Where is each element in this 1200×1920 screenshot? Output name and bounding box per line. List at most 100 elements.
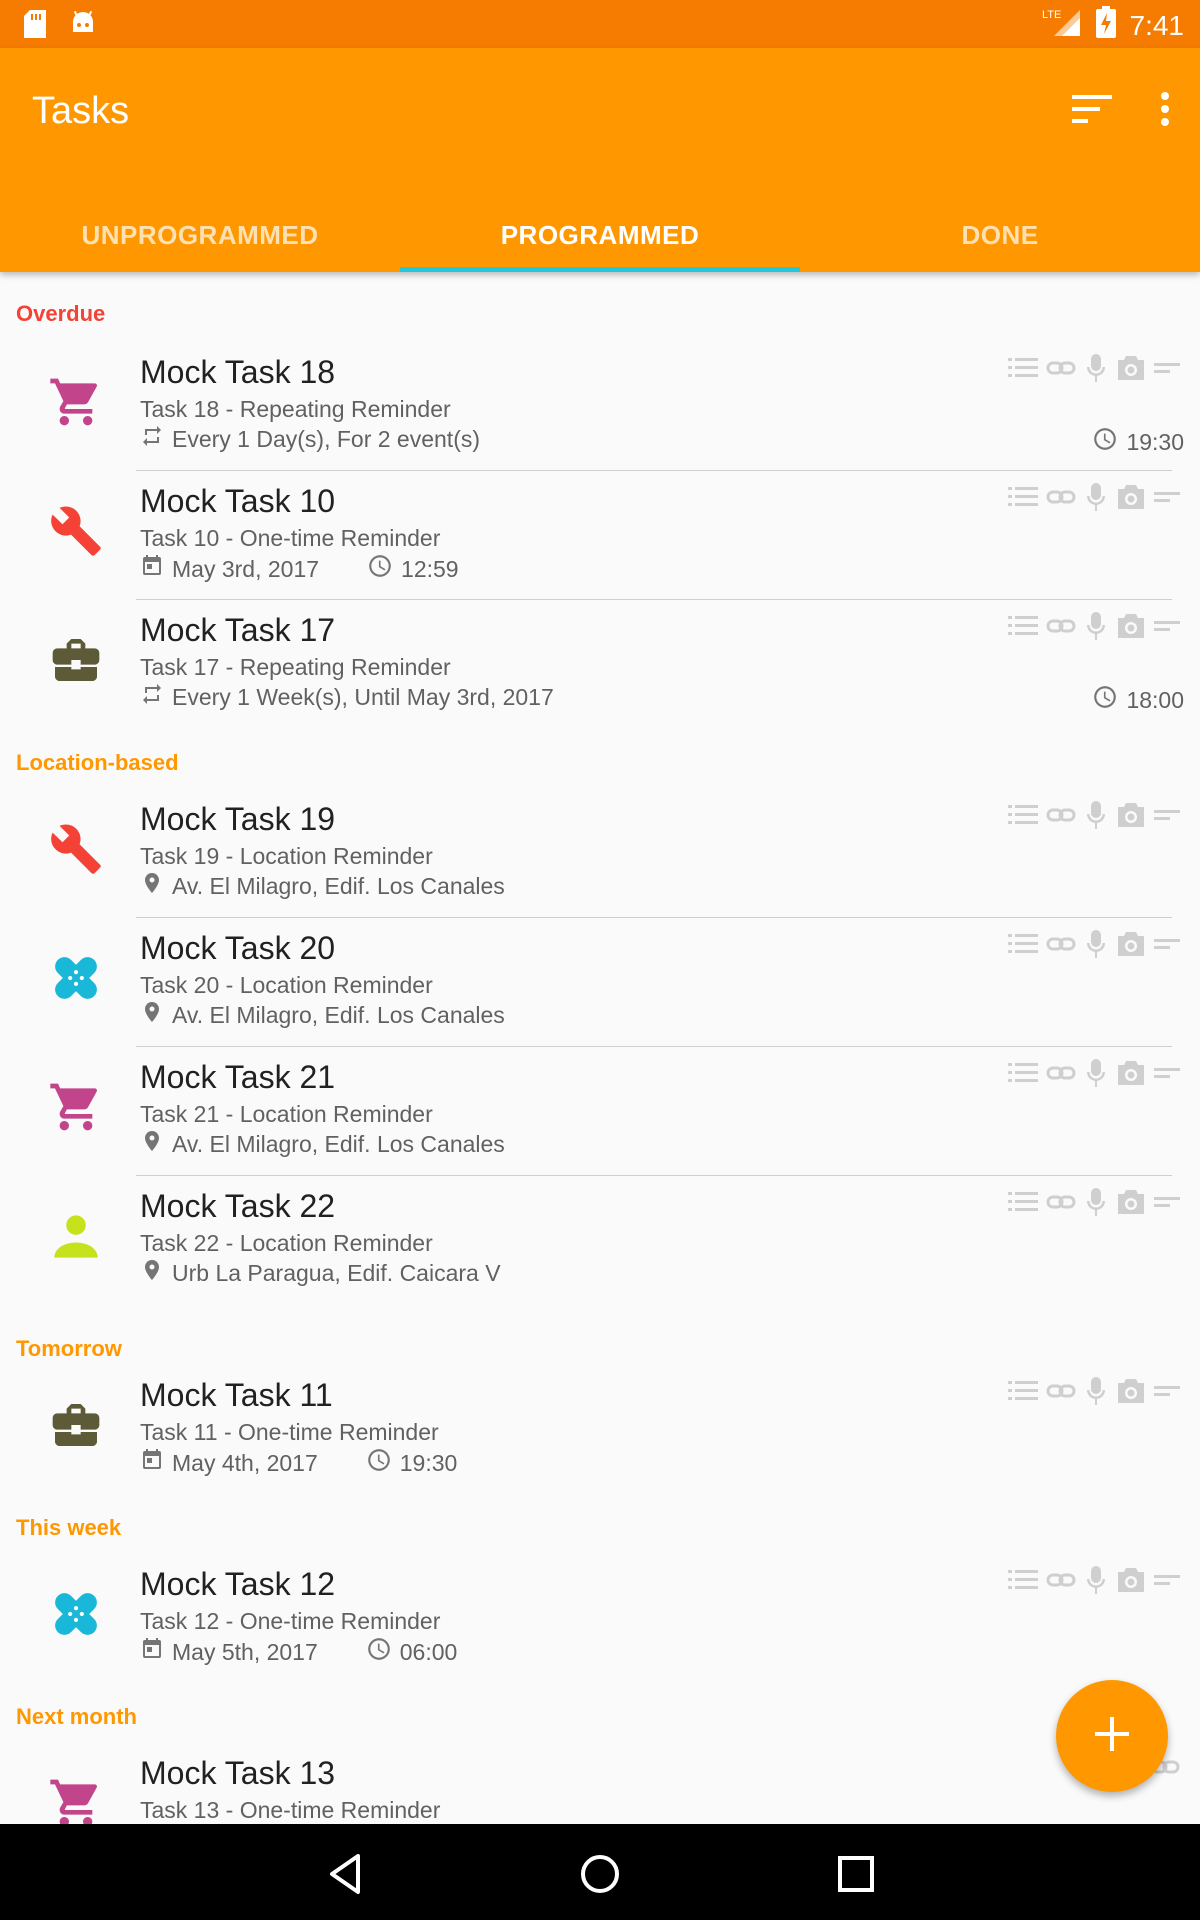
task-description: Task 12 - One-time Reminder bbox=[140, 1608, 441, 1634]
attachment-icons bbox=[1008, 612, 1180, 645]
notes-icon bbox=[1154, 356, 1180, 385]
task-date: May 3rd, 2017 bbox=[172, 555, 320, 582]
notes-icon bbox=[1154, 614, 1180, 643]
sort-icon[interactable] bbox=[1072, 95, 1112, 128]
signal-icon: LTE bbox=[1042, 6, 1082, 45]
task-name: Mock Task 17 bbox=[140, 612, 336, 648]
list-item[interactable]: Mock Task 13 Task 13 - One-time Reminder bbox=[0, 1743, 1200, 1824]
home-icon[interactable] bbox=[576, 1850, 624, 1898]
camera-icon bbox=[1116, 1378, 1146, 1409]
tab-done[interactable]: DONE bbox=[800, 198, 1200, 272]
list-item[interactable]: Mock Task 18 Task 18 - Repeating Reminde… bbox=[0, 342, 1200, 471]
task-location: Av. El Milagro, Edif. Los Canales bbox=[172, 872, 505, 899]
mic-icon bbox=[1084, 483, 1108, 516]
add-icon bbox=[1095, 1716, 1129, 1756]
app-bar: Tasks UNPROGRAMMED PROGRAMMED DONE bbox=[0, 48, 1200, 272]
link-icon bbox=[1046, 485, 1076, 514]
mic-icon bbox=[1084, 1188, 1108, 1221]
task-description: Task 11 - One-time Reminder bbox=[140, 1419, 439, 1445]
mic-icon bbox=[1084, 1059, 1108, 1092]
checklist-icon bbox=[1008, 803, 1038, 832]
task-time: 18:00 bbox=[1126, 686, 1184, 713]
task-time: 12:59 bbox=[401, 555, 459, 582]
cart-icon bbox=[48, 1079, 104, 1135]
mic-icon bbox=[1084, 354, 1108, 387]
wrench-icon bbox=[48, 503, 104, 559]
list-item[interactable]: Mock Task 21 Task 21 - Location Reminder… bbox=[0, 1047, 1200, 1176]
location-pin-icon bbox=[140, 1129, 164, 1159]
checklist-icon bbox=[1008, 932, 1038, 961]
notes-icon bbox=[1154, 803, 1180, 832]
notes-icon bbox=[1154, 1061, 1180, 1090]
link-icon bbox=[1046, 1190, 1076, 1219]
task-name: Mock Task 10 bbox=[140, 483, 336, 519]
task-description: Task 20 - Location Reminder bbox=[140, 972, 433, 998]
notes-icon bbox=[1154, 1190, 1180, 1219]
notes-icon bbox=[1154, 1568, 1180, 1597]
calendar-icon bbox=[140, 1448, 164, 1478]
clock-time: 7:41 bbox=[1129, 9, 1185, 41]
add-task-button[interactable] bbox=[1056, 1680, 1168, 1792]
clock-icon bbox=[1092, 684, 1118, 716]
status-bar: LTE 7:41 bbox=[0, 0, 1200, 48]
link-icon bbox=[1046, 356, 1076, 385]
list-item[interactable]: Mock Task 22 Task 22 - Location Reminder… bbox=[0, 1176, 1200, 1305]
task-name: Mock Task 22 bbox=[140, 1188, 336, 1224]
bandage-icon bbox=[48, 1586, 104, 1642]
network-label: LTE bbox=[1042, 9, 1061, 21]
clock-icon bbox=[366, 1447, 392, 1479]
task-description: Task 21 - Location Reminder bbox=[140, 1101, 433, 1127]
task-name: Mock Task 19 bbox=[140, 801, 336, 837]
section-header-overdue: Overdue bbox=[16, 301, 106, 326]
link-icon bbox=[1046, 1061, 1076, 1090]
system-nav-bar bbox=[0, 1824, 1200, 1920]
tab-unprogrammed[interactable]: UNPROGRAMMED bbox=[0, 198, 400, 272]
camera-icon bbox=[1116, 355, 1146, 386]
attachment-icons bbox=[1008, 801, 1180, 834]
list-item[interactable]: Mock Task 20 Task 20 - Location Reminder… bbox=[0, 918, 1200, 1047]
attachment-icons bbox=[1008, 1377, 1180, 1410]
list-item[interactable]: Mock Task 10 Task 10 - One-time Reminder… bbox=[0, 471, 1200, 600]
attachment-icons bbox=[1008, 483, 1180, 516]
camera-icon bbox=[1116, 484, 1146, 515]
list-item[interactable]: Mock Task 12 Task 12 - One-time Reminder… bbox=[0, 1554, 1200, 1683]
mic-icon bbox=[1084, 1566, 1108, 1599]
calendar-icon bbox=[140, 1637, 164, 1667]
link-icon bbox=[1046, 1568, 1076, 1597]
calendar-icon bbox=[140, 554, 164, 584]
task-name: Mock Task 13 bbox=[140, 1755, 336, 1791]
wrench-icon bbox=[48, 821, 104, 877]
clock-icon bbox=[367, 553, 393, 585]
briefcase-icon bbox=[48, 1397, 104, 1453]
task-time: 19:30 bbox=[1126, 428, 1184, 455]
task-description: Task 18 - Repeating Reminder bbox=[140, 396, 451, 422]
mic-icon bbox=[1084, 930, 1108, 963]
checklist-icon bbox=[1008, 1379, 1038, 1408]
person-icon bbox=[48, 1208, 104, 1264]
bandage-icon bbox=[48, 950, 104, 1006]
mic-icon bbox=[1084, 801, 1108, 834]
more-vert-icon[interactable] bbox=[1160, 92, 1170, 131]
battery-icon bbox=[1095, 6, 1116, 45]
clock-icon bbox=[1092, 426, 1118, 458]
task-list: Overdue Mock Task 18 Task 18 - Repeating… bbox=[0, 272, 1200, 1824]
section-header-tomorrow: Tomorrow bbox=[16, 1336, 122, 1361]
location-pin-icon bbox=[140, 871, 164, 901]
list-item[interactable]: Mock Task 17 Task 17 - Repeating Reminde… bbox=[0, 600, 1200, 729]
sd-card-icon bbox=[22, 10, 48, 43]
recents-icon[interactable] bbox=[832, 1850, 880, 1898]
link-icon bbox=[1046, 1379, 1076, 1408]
list-item[interactable]: Mock Task 11 Task 11 - One-time Reminder… bbox=[0, 1365, 1200, 1494]
tab-bar: UNPROGRAMMED PROGRAMMED DONE bbox=[0, 198, 1200, 272]
notes-icon bbox=[1154, 932, 1180, 961]
attachment-icons bbox=[1008, 1566, 1180, 1599]
list-item[interactable]: Mock Task 19 Task 19 - Location Reminder… bbox=[0, 789, 1200, 918]
section-header-this-week: This week bbox=[16, 1515, 122, 1540]
camera-icon bbox=[1116, 1189, 1146, 1220]
repeat-text: Every 1 Day(s), For 2 event(s) bbox=[172, 425, 481, 452]
camera-icon bbox=[1116, 1567, 1146, 1598]
tab-programmed[interactable]: PROGRAMMED bbox=[400, 198, 800, 272]
checklist-icon bbox=[1008, 1061, 1038, 1090]
task-time: 19:30 bbox=[399, 1449, 458, 1476]
back-icon[interactable] bbox=[322, 1850, 370, 1898]
